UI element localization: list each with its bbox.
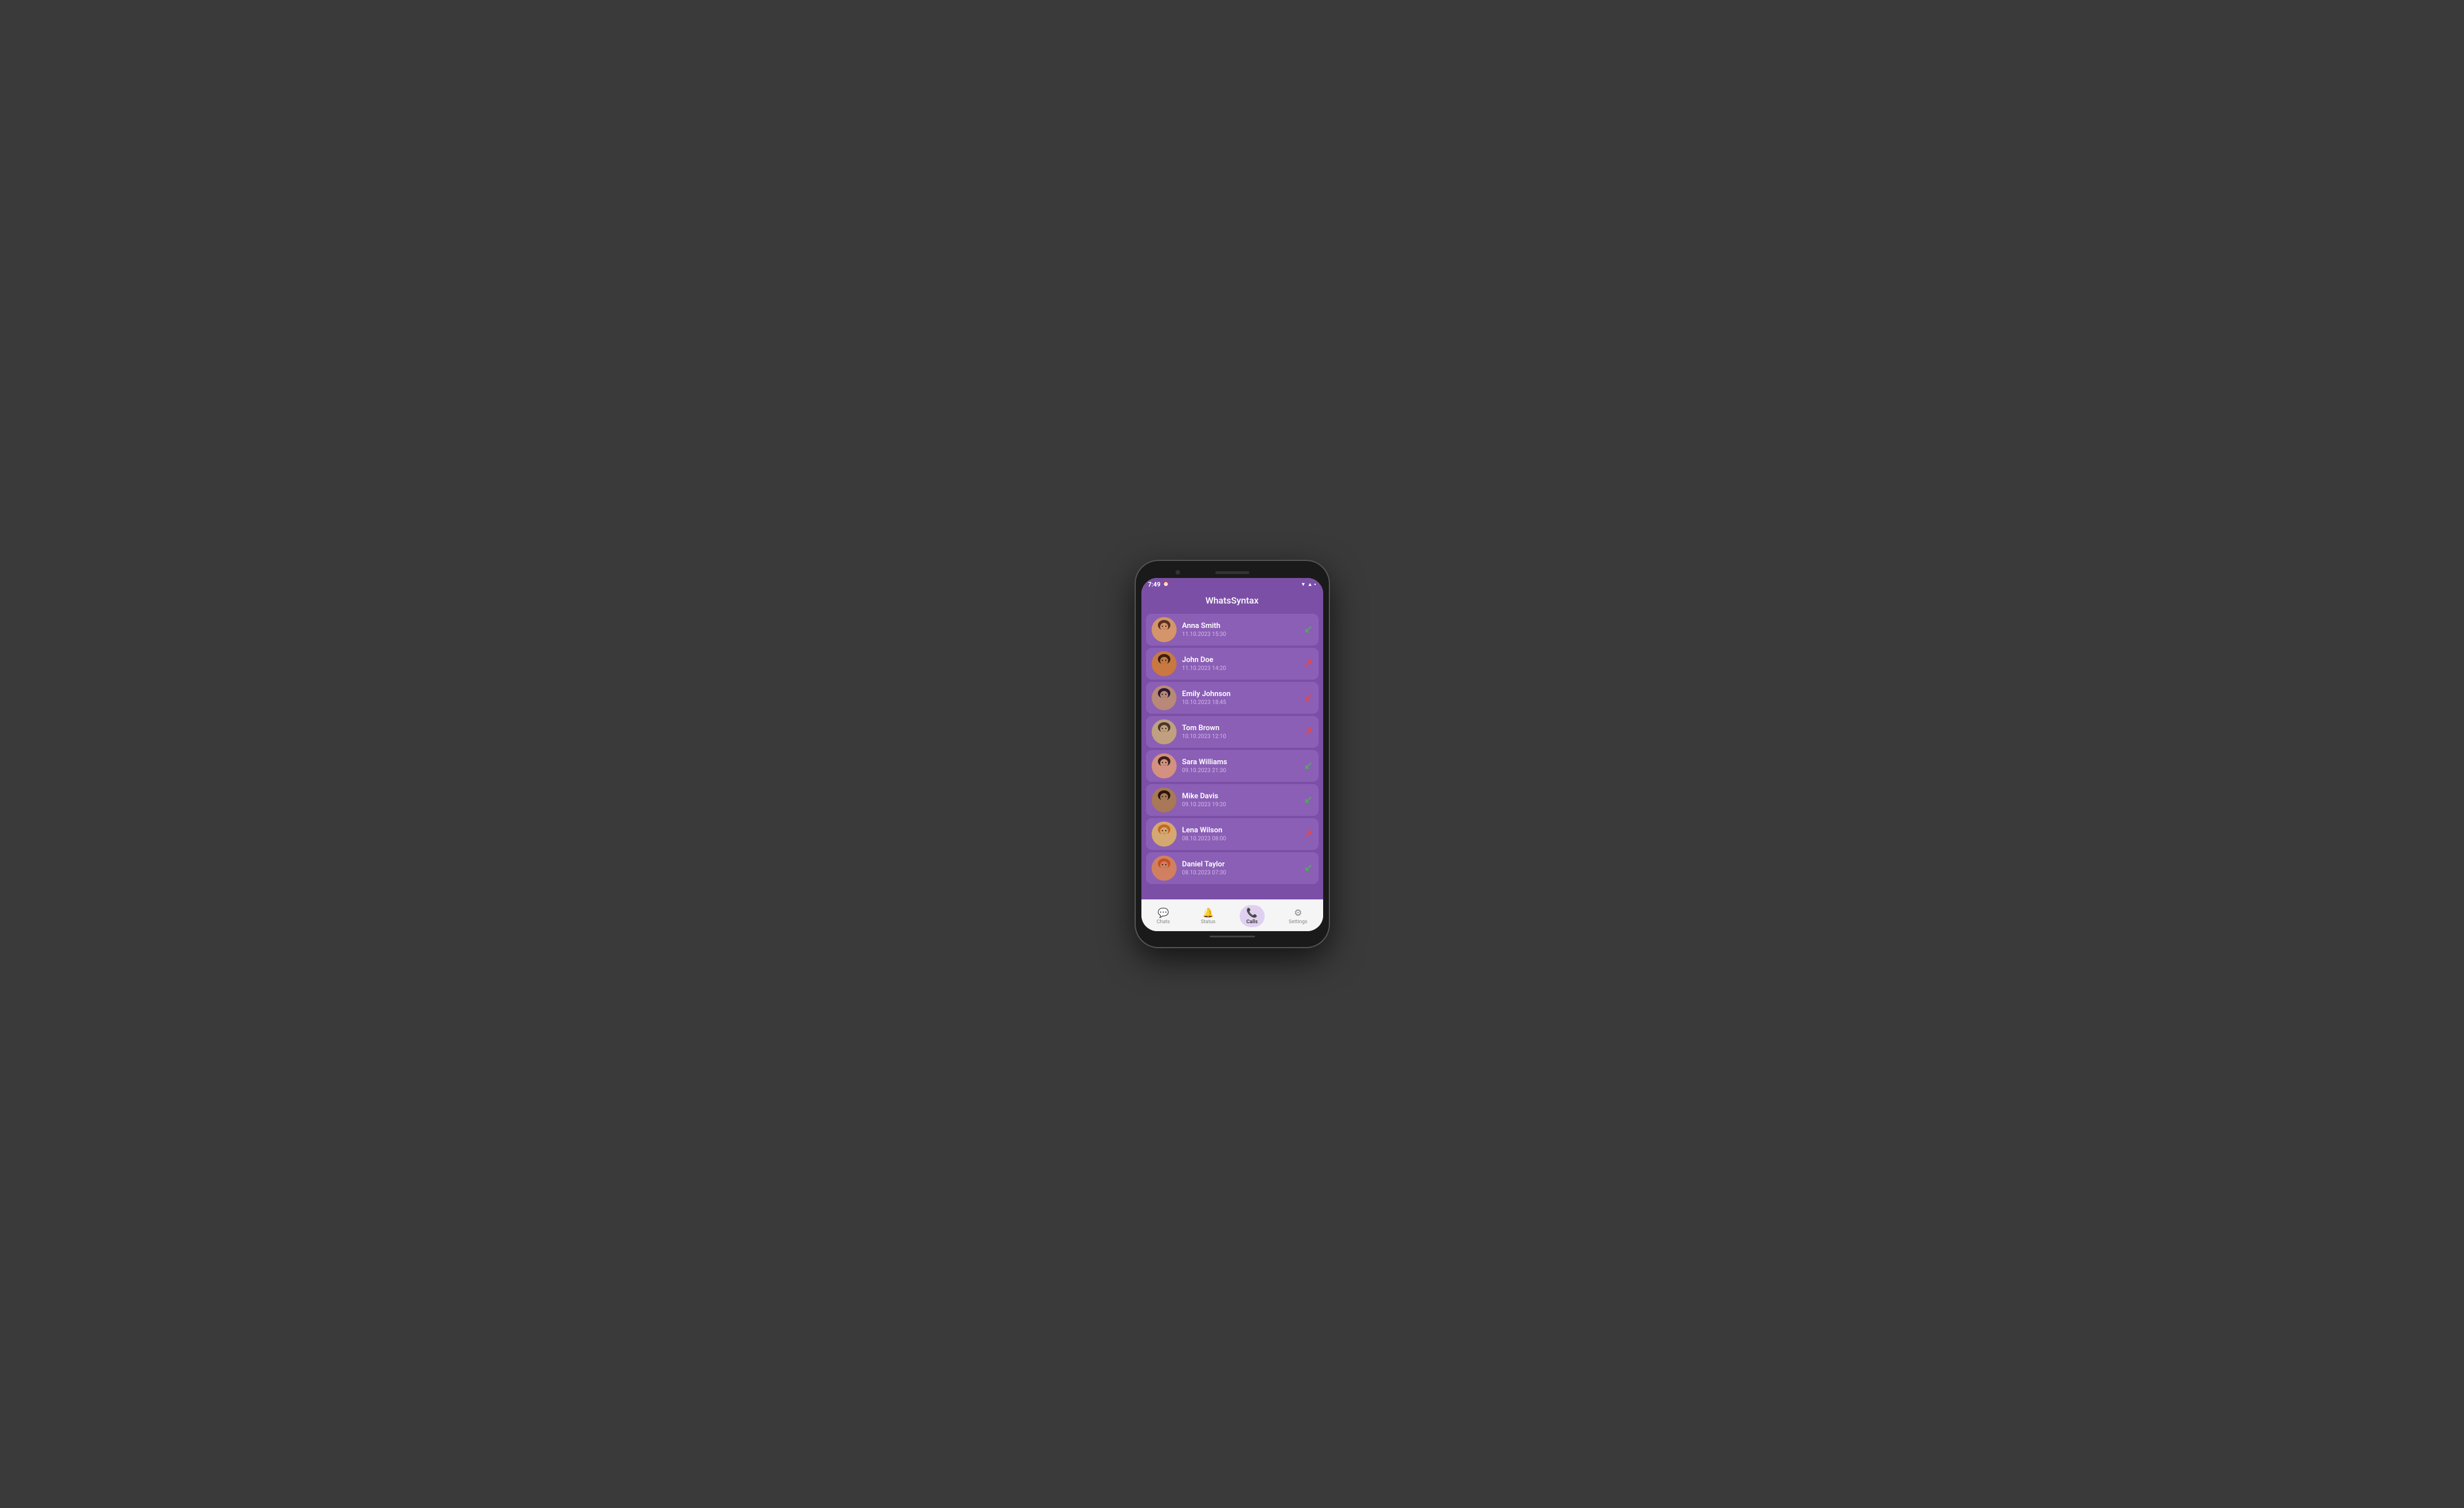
contact-datetime: 09.10.2023 19:20 <box>1182 802 1299 808</box>
call-item[interactable]: Daniel Taylor 08.10.2023 07:30 ↙ <box>1146 852 1319 884</box>
contact-name: Tom Brown <box>1182 724 1299 732</box>
signal-icon: ▲ <box>1307 581 1312 588</box>
status-icons: ▼ ▲ ▪ <box>1300 581 1316 588</box>
calls-nav-icon: 📞 <box>1246 907 1258 918</box>
contact-info: Lena Wilson 08.10.2023 08:00 <box>1182 826 1299 842</box>
contact-datetime: 10.10.2023 12:10 <box>1182 734 1299 740</box>
contact-name: Anna Smith <box>1182 622 1299 630</box>
contact-datetime: 09.10.2023 21:30 <box>1182 768 1299 774</box>
avatar <box>1152 651 1177 676</box>
avatar <box>1152 685 1177 710</box>
avatar <box>1152 787 1177 812</box>
contact-name: Mike Davis <box>1182 792 1299 801</box>
call-item[interactable]: Anna Smith 11.10.2023 15:30 ↙ <box>1146 614 1319 646</box>
phone-frame: 7:49 ⏰ ▼ ▲ ▪ WhatsSyntax <box>1136 561 1329 947</box>
home-bar-line <box>1210 936 1255 937</box>
call-arrow-icon: ↙ <box>1304 625 1312 635</box>
call-item[interactable]: Sara Williams 09.10.2023 21:30 ↙ <box>1146 750 1319 782</box>
contact-info: Anna Smith 11.10.2023 15:30 <box>1182 622 1299 638</box>
avatar <box>1152 822 1177 847</box>
contact-info: Mike Davis 09.10.2023 19:20 <box>1182 792 1299 808</box>
call-item[interactable]: John Doe 11.10.2023 14:20 ↗ <box>1146 648 1319 680</box>
avatar <box>1152 617 1177 642</box>
settings-nav-label: Settings <box>1289 919 1307 925</box>
status-time: 7:49 ⏰ <box>1148 581 1169 588</box>
call-list: Anna Smith 11.10.2023 15:30 ↙ John Doe 1… <box>1141 611 1323 899</box>
chats-nav-icon: 💬 <box>1157 907 1169 918</box>
nav-item-calls[interactable]: 📞 Calls <box>1240 905 1265 927</box>
wifi-icon: ▼ <box>1300 581 1306 588</box>
call-item[interactable]: Tom Brown 10.10.2023 12:10 ↗ <box>1146 716 1319 748</box>
contact-name: Sara Williams <box>1182 758 1299 766</box>
call-arrow-icon: ↗ <box>1304 659 1312 669</box>
contact-info: Sara Williams 09.10.2023 21:30 <box>1182 758 1299 774</box>
battery-icon: ▪ <box>1314 581 1316 588</box>
call-arrow-icon: ↙ <box>1304 693 1312 703</box>
notch-area <box>1141 567 1323 578</box>
contact-datetime: 08.10.2023 07:30 <box>1182 870 1299 876</box>
contact-datetime: 08.10.2023 08:00 <box>1182 836 1299 842</box>
contact-name: John Doe <box>1182 656 1299 664</box>
contact-info: John Doe 11.10.2023 14:20 <box>1182 656 1299 672</box>
camera <box>1175 570 1180 575</box>
call-item[interactable]: Mike Davis 09.10.2023 19:20 ↙ <box>1146 784 1319 816</box>
time-display: 7:49 <box>1148 581 1161 588</box>
call-arrow-icon: ↙ <box>1304 795 1312 805</box>
nav-bar: 💬 Chats 🔔 Status 📞 Calls ⚙ Settings <box>1141 899 1323 931</box>
status-nav-label: Status <box>1201 919 1216 925</box>
contact-name: Lena Wilson <box>1182 826 1299 835</box>
status-bar: 7:49 ⏰ ▼ ▲ ▪ <box>1141 578 1323 590</box>
call-arrow-icon: ↙ <box>1304 761 1312 771</box>
app-header: WhatsSyntax <box>1141 590 1323 611</box>
avatar <box>1152 856 1177 881</box>
call-item[interactable]: Emily Johnson 10.10.2023 18:45 ↙ <box>1146 682 1319 714</box>
phone-screen: 7:49 ⏰ ▼ ▲ ▪ WhatsSyntax <box>1141 578 1323 931</box>
home-bar <box>1141 931 1323 941</box>
contact-name: Daniel Taylor <box>1182 860 1299 869</box>
nav-item-status[interactable]: 🔔 Status <box>1194 905 1223 927</box>
avatar <box>1152 719 1177 744</box>
contact-info: Tom Brown 10.10.2023 12:10 <box>1182 724 1299 740</box>
contact-datetime: 10.10.2023 18:45 <box>1182 699 1299 706</box>
avatar <box>1152 753 1177 778</box>
alarm-icon: ⏰ <box>1163 581 1169 587</box>
contact-info: Daniel Taylor 08.10.2023 07:30 <box>1182 860 1299 876</box>
nav-item-settings[interactable]: ⚙ Settings <box>1282 905 1314 927</box>
call-arrow-icon: ↗ <box>1304 727 1312 737</box>
contact-datetime: 11.10.2023 14:20 <box>1182 665 1299 672</box>
app-title: WhatsSyntax <box>1151 595 1314 606</box>
calls-nav-label: Calls <box>1246 919 1258 925</box>
speaker <box>1215 571 1249 574</box>
contact-datetime: 11.10.2023 15:30 <box>1182 631 1299 638</box>
call-arrow-icon: ↗ <box>1304 829 1312 839</box>
call-arrow-icon: ↙ <box>1304 863 1312 873</box>
contact-info: Emily Johnson 10.10.2023 18:45 <box>1182 690 1299 706</box>
status-nav-icon: 🔔 <box>1202 907 1214 918</box>
nav-item-chats[interactable]: 💬 Chats <box>1150 905 1177 927</box>
contact-name: Emily Johnson <box>1182 690 1299 698</box>
chats-nav-label: Chats <box>1157 919 1170 925</box>
call-item[interactable]: Lena Wilson 08.10.2023 08:00 ↗ <box>1146 818 1319 850</box>
settings-nav-icon: ⚙ <box>1294 907 1302 918</box>
